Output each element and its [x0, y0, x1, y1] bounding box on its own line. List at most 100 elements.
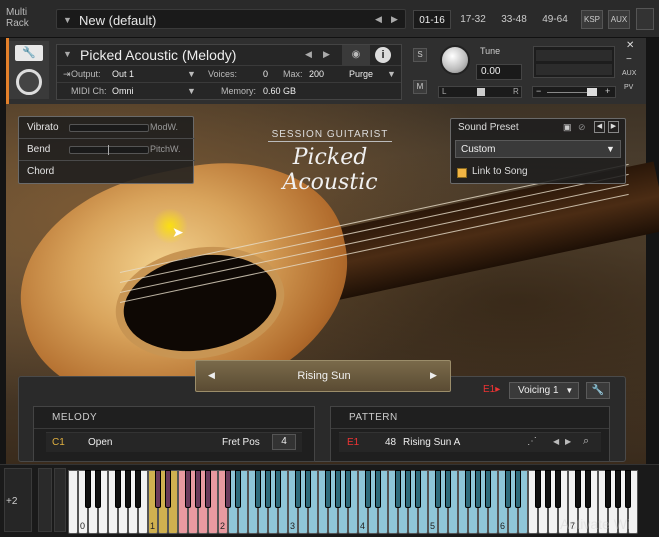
volume-minus-icon[interactable]: −: [536, 86, 541, 96]
black-key[interactable]: [505, 470, 511, 508]
minimize-icon[interactable]: −: [626, 54, 632, 65]
mute-button[interactable]: M: [413, 80, 427, 94]
black-key[interactable]: [165, 470, 171, 508]
black-key[interactable]: [155, 470, 161, 508]
prev-arrow-icon[interactable]: ◀: [375, 14, 382, 25]
instrument-dropdown-icon[interactable]: ▼: [63, 49, 72, 59]
articulation-chord[interactable]: Chord: [19, 161, 195, 183]
instrument-next-icon[interactable]: ▶: [323, 49, 330, 60]
ksp-button[interactable]: KSP: [581, 10, 603, 29]
purge-dropdown-icon[interactable]: ▼: [387, 69, 396, 79]
voicing-dropdown[interactable]: Voicing 1 ▼: [509, 382, 579, 399]
solo-button[interactable]: S: [413, 48, 427, 62]
black-key[interactable]: [195, 470, 201, 508]
black-key[interactable]: [625, 470, 631, 508]
black-key[interactable]: [95, 470, 101, 508]
chevron-down-icon[interactable]: ▼: [565, 386, 573, 395]
preset-next-icon[interactable]: ▶: [608, 121, 619, 133]
midi-dropdown-icon[interactable]: ▼: [187, 86, 196, 96]
black-key[interactable]: [335, 470, 341, 508]
black-key[interactable]: [585, 470, 591, 508]
tune-value[interactable]: 0.00: [476, 64, 522, 80]
next-arrow-icon[interactable]: ▶: [391, 14, 398, 25]
pattern-row-next-icon[interactable]: ▶: [565, 437, 571, 446]
black-key[interactable]: [115, 470, 121, 508]
pitch-wheel[interactable]: [38, 468, 52, 532]
delete-icon[interactable]: ⊘: [578, 122, 586, 133]
pattern-graph-icon[interactable]: ⋰: [527, 436, 537, 447]
white-key[interactable]: [68, 470, 78, 534]
black-key[interactable]: [375, 470, 381, 508]
black-key[interactable]: [555, 470, 561, 508]
black-key[interactable]: [345, 470, 351, 508]
black-key[interactable]: [125, 470, 131, 508]
black-key[interactable]: [485, 470, 491, 508]
black-key[interactable]: [305, 470, 311, 508]
black-key[interactable]: [395, 470, 401, 508]
pattern-selector[interactable]: Rising Sun ◀ ▶: [195, 360, 451, 392]
rack-options-button[interactable]: [636, 8, 654, 30]
pattern-prev-icon[interactable]: ◀: [208, 370, 215, 381]
aux-button[interactable]: AUX: [608, 10, 630, 29]
piano-keyboard[interactable]: 01234567: [68, 470, 638, 534]
link-to-song-label[interactable]: Link to Song: [472, 166, 528, 177]
black-key[interactable]: [275, 470, 281, 508]
vibrato-slider[interactable]: [69, 124, 149, 132]
instrument-title[interactable]: Picked Acoustic (Melody): [80, 47, 236, 63]
link-to-song-checkbox[interactable]: [457, 168, 467, 178]
black-key[interactable]: [605, 470, 611, 508]
articulation-bend[interactable]: Bend PitchW.: [19, 139, 195, 161]
articulation-vibrato[interactable]: Vibrato ModW.: [19, 117, 195, 139]
info-icon[interactable]: i: [375, 47, 391, 63]
octave-shift-value[interactable]: +2: [6, 496, 17, 507]
chevron-down-icon[interactable]: ▼: [606, 144, 615, 154]
camera-icon[interactable]: ◉: [342, 45, 370, 65]
black-key[interactable]: [475, 470, 481, 508]
black-key[interactable]: [365, 470, 371, 508]
black-key[interactable]: [225, 470, 231, 508]
pan-slider[interactable]: L R: [438, 86, 522, 98]
voicing-settings-wrench-icon[interactable]: 🔧: [586, 382, 610, 399]
purge-menu[interactable]: Purge: [349, 69, 373, 79]
rack-name-field[interactable]: ▼ New (default) ◀ ▶: [56, 9, 406, 29]
black-key[interactable]: [465, 470, 471, 508]
melody-row[interactable]: C1 Open Fret Pos 4: [46, 432, 302, 452]
sound-preset-dropdown[interactable]: Custom ▼: [455, 140, 621, 158]
pattern-next-icon[interactable]: ▶: [430, 370, 437, 381]
page-button-2[interactable]: 17-32: [454, 10, 492, 29]
fretpos-value[interactable]: 4: [272, 434, 296, 450]
instrument-prev-icon[interactable]: ◀: [305, 49, 312, 60]
wrench-icon[interactable]: 🔧: [15, 45, 43, 61]
dropdown-triangle-icon[interactable]: ▼: [63, 15, 72, 25]
aux-label[interactable]: AUX: [622, 70, 636, 77]
mod-wheel[interactable]: [54, 468, 66, 532]
black-key[interactable]: [235, 470, 241, 508]
pv-label[interactable]: PV: [624, 84, 633, 91]
black-key[interactable]: [415, 470, 421, 508]
page-button-1[interactable]: 01-16: [413, 10, 451, 29]
volume-plus-icon[interactable]: +: [605, 86, 610, 96]
tune-knob[interactable]: [440, 45, 470, 75]
output-value[interactable]: Out 1: [112, 69, 134, 79]
pattern-row[interactable]: E1 48 Rising Sun A ⋰ ◀ ▶ ⌕: [339, 432, 601, 452]
bend-slider[interactable]: [69, 145, 149, 155]
page-button-3[interactable]: 33-48: [495, 10, 533, 29]
page-button-4[interactable]: 49-64: [536, 10, 574, 29]
black-key[interactable]: [135, 470, 141, 508]
black-key[interactable]: [405, 470, 411, 508]
volume-handle[interactable]: [587, 88, 597, 96]
black-key[interactable]: [535, 470, 541, 508]
midi-value[interactable]: Omni: [112, 86, 134, 96]
black-key[interactable]: [445, 470, 451, 508]
preset-prev-icon[interactable]: ◀: [594, 121, 605, 133]
black-key[interactable]: [615, 470, 621, 508]
black-key[interactable]: [435, 470, 441, 508]
black-key[interactable]: [295, 470, 301, 508]
black-key[interactable]: [515, 470, 521, 508]
black-key[interactable]: [185, 470, 191, 508]
close-icon[interactable]: ✕: [626, 40, 634, 51]
black-key[interactable]: [325, 470, 331, 508]
black-key[interactable]: [205, 470, 211, 508]
save-icon[interactable]: ▣: [563, 122, 572, 133]
black-key[interactable]: [265, 470, 271, 508]
